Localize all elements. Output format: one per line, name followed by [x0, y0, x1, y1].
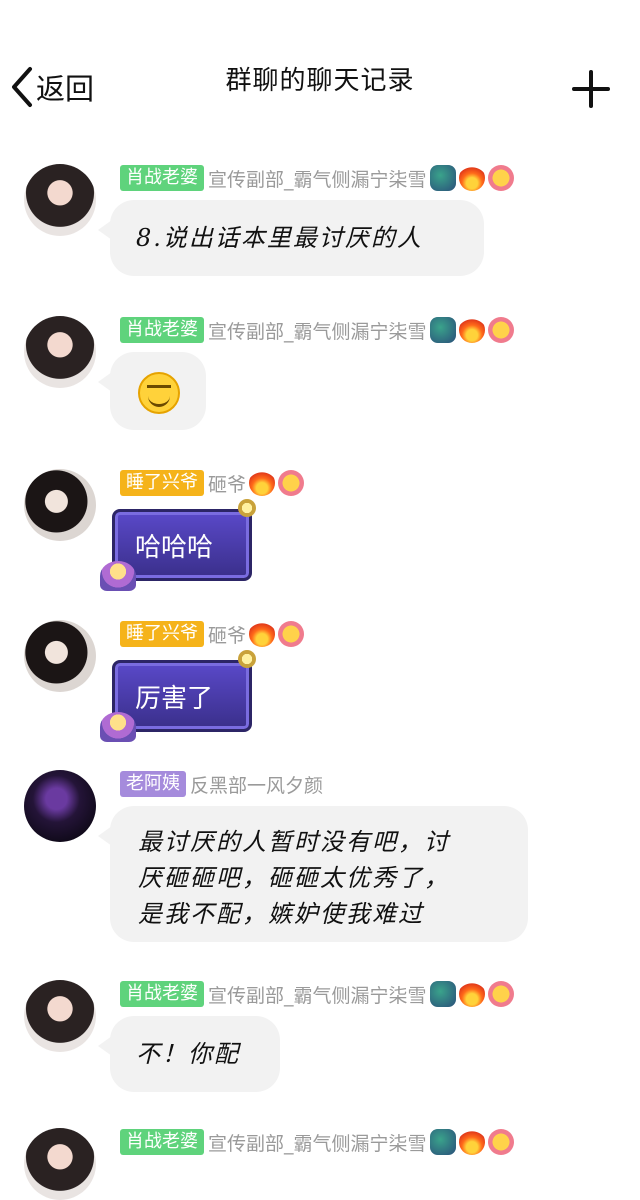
message-bubble[interactable]: 不！你配: [98, 1016, 280, 1092]
title-badge: 肖战老婆: [120, 317, 204, 343]
flame-icon: [458, 317, 485, 343]
smirk-emoji-icon: [138, 372, 180, 414]
page-title: 群聊的聊天记录: [225, 66, 415, 96]
avatar[interactable]: [24, 469, 96, 541]
sender-name: 宣传副部_霸气侧漏宁柒雪: [208, 984, 427, 1007]
smile-icon: [487, 317, 514, 343]
smile-icon: [278, 470, 305, 496]
sender-meta: 睡了兴爷 砸爷: [120, 469, 305, 497]
dragon-icon: [429, 1129, 456, 1155]
sender-name: 砸爷: [208, 624, 247, 647]
smile-icon: [487, 981, 514, 1007]
sender-meta: 肖战老婆 宣传副部_霸气侧漏宁柒雪: [120, 980, 514, 1008]
title-badge: 肖战老婆: [120, 165, 204, 191]
sender-name: 宣传副部_霸气侧漏宁柒雪: [208, 320, 427, 343]
sender-name: 反黑部一风夕颜: [190, 774, 324, 797]
flame-icon: [249, 621, 276, 647]
dragon-icon: [429, 981, 456, 1007]
message-line: 最讨厌的人暂时没有吧，讨: [138, 828, 450, 856]
avatar[interactable]: [24, 980, 96, 1052]
avatar[interactable]: [24, 1128, 96, 1200]
flame-icon: [249, 470, 276, 496]
navigation-bar: 返回 群聊的聊天记录: [0, 0, 640, 130]
sender-meta: 老阿姨 反黑部一风夕颜: [120, 770, 323, 798]
title-badge: 老阿姨: [120, 771, 186, 797]
character-icon: [100, 561, 136, 591]
message-line: 厌砸砸吧，砸砸太优秀了，: [138, 864, 450, 892]
sender-name: 宣传副部_霸气侧漏宁柒雪: [208, 168, 427, 191]
sender-meta: 睡了兴爷 砸爷: [120, 620, 305, 648]
plus-icon[interactable]: [572, 70, 610, 108]
smile-icon: [487, 1129, 514, 1155]
avatar[interactable]: [24, 164, 96, 236]
avatar[interactable]: [24, 770, 96, 842]
avatar[interactable]: [24, 316, 96, 388]
title-badge: 睡了兴爷: [120, 621, 204, 647]
title-badge: 肖战老婆: [120, 1129, 204, 1155]
title-badge: 肖战老婆: [120, 981, 204, 1007]
dragon-icon: [429, 165, 456, 191]
smile-icon: [278, 621, 305, 647]
message-bubble[interactable]: 最讨厌的人暂时没有吧，讨 厌砸砸吧，砸砸太优秀了， 是我不配，嫉妒使我难过: [98, 806, 528, 942]
avatar[interactable]: [24, 620, 96, 692]
flame-icon: [458, 1129, 485, 1155]
smile-icon: [487, 165, 514, 191]
lamp-icon: [238, 499, 256, 517]
message-line: 是我不配，嫉妒使我难过: [138, 900, 424, 928]
sender-meta: 肖战老婆 宣传副部_霸气侧漏宁柒雪: [120, 164, 514, 192]
flame-icon: [458, 165, 485, 191]
title-badge: 睡了兴爷: [120, 470, 204, 496]
sender-meta: 肖战老婆 宣传副部_霸气侧漏宁柒雪: [120, 1128, 514, 1156]
sender-meta: 肖战老婆 宣传副部_霸气侧漏宁柒雪: [120, 316, 514, 344]
message-bubble[interactable]: [98, 352, 206, 430]
sender-name: 砸爷: [208, 473, 247, 496]
character-icon: [100, 712, 136, 742]
lamp-icon: [238, 650, 256, 668]
flame-icon: [458, 981, 485, 1007]
message-bubble[interactable]: 8.说出话本里最讨厌的人: [98, 200, 484, 276]
dragon-icon: [429, 317, 456, 343]
sender-name: 宣传副部_霸气侧漏宁柒雪: [208, 1132, 427, 1155]
